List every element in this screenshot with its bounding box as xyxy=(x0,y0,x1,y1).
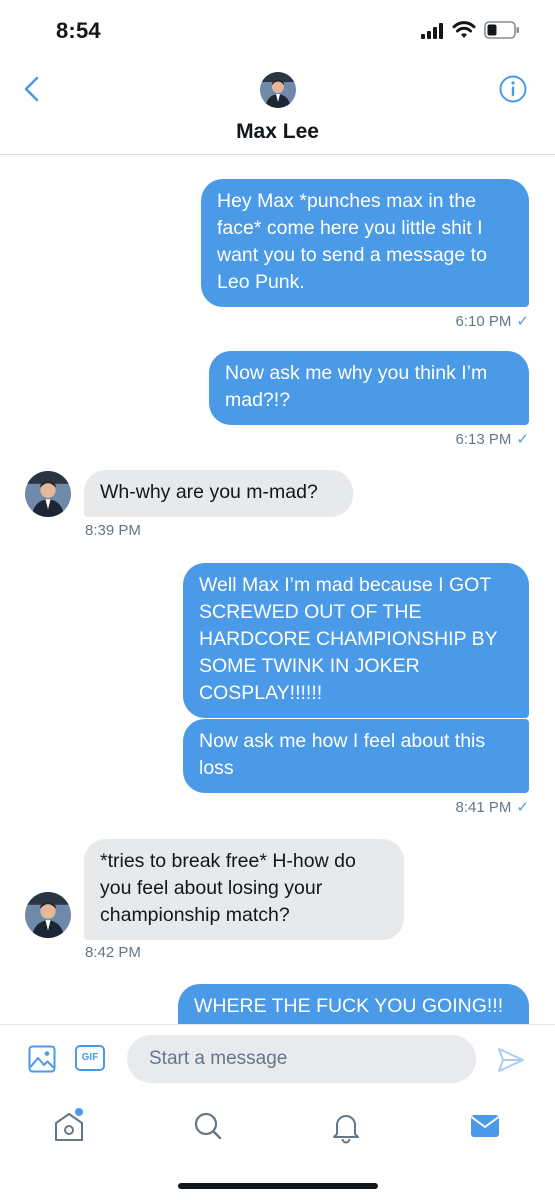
cellular-signal-icon xyxy=(421,23,443,39)
message-timestamp: 8:41 PM ✓ xyxy=(455,799,529,816)
notification-dot xyxy=(75,1108,83,1116)
incoming-message[interactable]: Wh-why are you m-mad? xyxy=(84,470,353,517)
contact-avatar[interactable] xyxy=(25,471,71,517)
incoming-message[interactable]: *tries to break free* H-how do you feel … xyxy=(84,839,404,940)
sent-check-icon: ✓ xyxy=(516,313,529,330)
contact-name: Max Lee xyxy=(236,120,319,143)
sent-check-icon: ✓ xyxy=(516,431,529,448)
conversation-header: Max Lee xyxy=(0,62,555,155)
message-timestamp: 8:42 PM xyxy=(85,944,141,961)
outgoing-message[interactable]: Hey Max *punches max in the face* come h… xyxy=(201,179,529,307)
message-timestamp: 6:13 PM ✓ xyxy=(455,431,529,448)
gif-button[interactable]: GIF xyxy=(75,1045,105,1071)
status-bar: 8:54 xyxy=(0,0,555,62)
battery-icon xyxy=(484,21,519,39)
wifi-icon xyxy=(452,21,476,38)
image-icon[interactable] xyxy=(28,1045,56,1073)
mail-icon xyxy=(470,1115,500,1137)
contact-avatar[interactable] xyxy=(260,72,296,108)
outgoing-message[interactable]: Well Max I’m mad because I GOT SCREWED O… xyxy=(183,563,529,718)
tab-messages[interactable] xyxy=(463,1106,507,1146)
tab-notifications[interactable] xyxy=(324,1106,368,1146)
message-timestamp: 8:39 PM xyxy=(85,522,141,539)
status-time: 8:54 xyxy=(56,18,101,43)
outgoing-message[interactable]: Now ask me why you think I’m mad?!? xyxy=(209,351,529,425)
back-arrow-icon[interactable] xyxy=(18,74,48,104)
message-composer: GIF xyxy=(0,1024,555,1095)
tab-home[interactable] xyxy=(47,1106,91,1146)
send-icon[interactable] xyxy=(497,1047,525,1073)
search-icon xyxy=(194,1112,222,1140)
sent-check-icon: ✓ xyxy=(516,799,529,816)
info-icon[interactable] xyxy=(498,74,528,104)
home-icon xyxy=(55,1108,83,1141)
home-indicator xyxy=(178,1183,378,1189)
message-timestamp: 6:10 PM ✓ xyxy=(455,313,529,330)
outgoing-message[interactable]: Now ask me how I feel about this loss xyxy=(183,719,529,793)
message-input[interactable] xyxy=(127,1035,476,1083)
contact-avatar[interactable] xyxy=(25,892,71,938)
bell-icon xyxy=(333,1115,359,1144)
tab-bar xyxy=(0,1094,555,1200)
tab-search[interactable] xyxy=(186,1106,230,1146)
